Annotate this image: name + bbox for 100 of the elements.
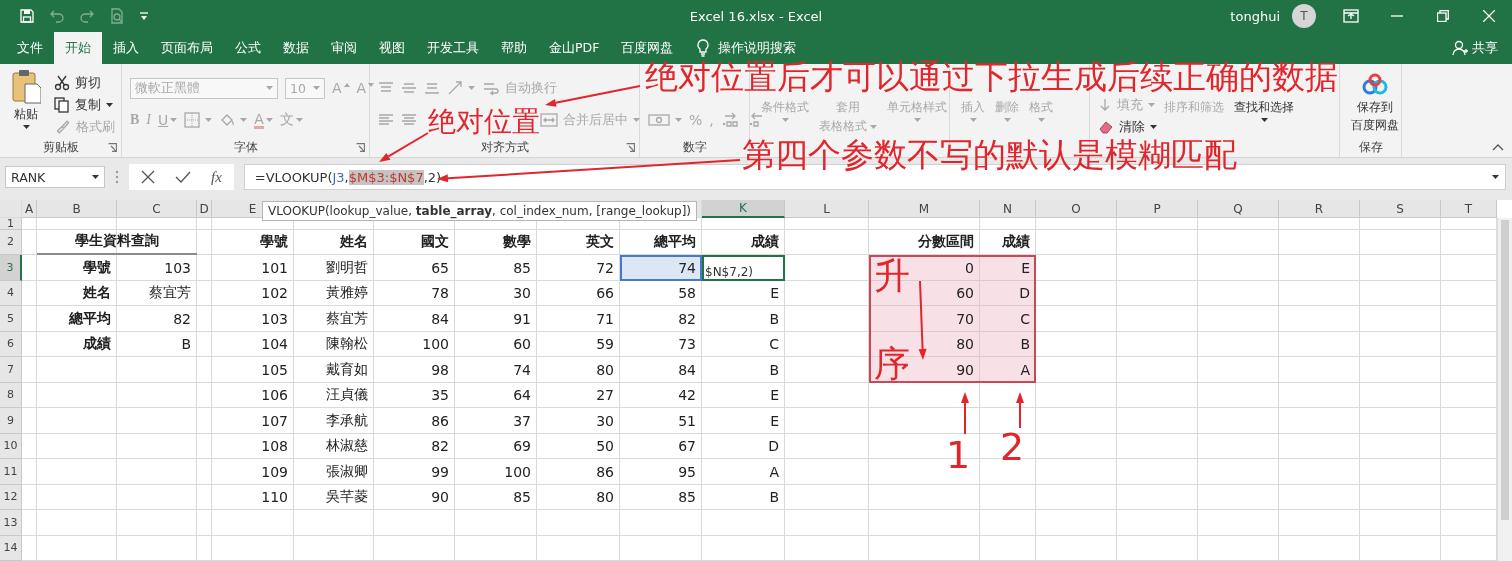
- table-cell-text: 30: [595, 411, 615, 431]
- row-header[interactable]: 8: [0, 382, 22, 408]
- ribbon-tab[interactable]: 文件: [6, 32, 54, 64]
- close-icon[interactable]: [1483, 10, 1495, 22]
- merge-icon: [540, 112, 558, 128]
- ribbon-tab[interactable]: 金山PDF: [538, 32, 611, 64]
- collapse-icon[interactable]: [1492, 143, 1504, 151]
- cell-editor[interactable]: $N$7,2): [702, 255, 785, 281]
- ribbon-tab[interactable]: 公式: [224, 32, 272, 64]
- table-cell-text: 95: [677, 462, 697, 482]
- table-cell-text: 69: [512, 437, 532, 457]
- table-cell-text: 82: [172, 309, 192, 329]
- copy-icon: [54, 97, 70, 113]
- column-header[interactable]: C: [117, 200, 197, 218]
- row-header[interactable]: 7: [0, 357, 22, 383]
- table-cell-text: 100: [421, 335, 450, 355]
- ribbon-options-icon[interactable]: [1343, 9, 1359, 23]
- table-cell-text: 106: [260, 386, 289, 406]
- row-label: 學號: [82, 257, 112, 277]
- table-cell-text: 30: [512, 284, 532, 304]
- group-label: 数字: [682, 138, 707, 156]
- column-header[interactable]: O: [1036, 200, 1117, 218]
- table-cell-text: 98: [430, 360, 450, 380]
- column-header[interactable]: L: [785, 200, 869, 218]
- column-header[interactable]: T: [1441, 200, 1497, 218]
- save-icon[interactable]: [19, 8, 35, 24]
- row-header[interactable]: 11: [0, 459, 22, 485]
- table-cell-text: 黃雅婷: [325, 283, 369, 303]
- column-heading: 數學: [502, 232, 532, 252]
- table-cell-text: 90: [430, 488, 450, 508]
- column-header[interactable]: R: [1279, 200, 1360, 218]
- diagonal-arrow-icon: [447, 80, 463, 96]
- ribbon-tab[interactable]: 视图: [368, 32, 416, 64]
- row-label: 姓名: [82, 283, 112, 303]
- cut-button[interactable]: 剪切: [54, 74, 101, 92]
- row-header[interactable]: 5: [0, 306, 22, 332]
- column-heading: 成績: [1001, 232, 1031, 252]
- clear-button[interactable]: 清除: [1098, 118, 1157, 136]
- caret-icon: [92, 175, 99, 179]
- table-cell-text: 51: [677, 411, 697, 431]
- row-header[interactable]: 10: [0, 433, 22, 459]
- dialog-launcher-icon[interactable]: [108, 142, 117, 152]
- ribbon-tab[interactable]: 帮助: [490, 32, 538, 64]
- ribbon-tab[interactable]: 审阅: [320, 32, 368, 64]
- row-header[interactable]: 2: [0, 229, 22, 255]
- column-header[interactable]: P: [1117, 200, 1198, 218]
- column-header[interactable]: M: [869, 200, 980, 218]
- row-header[interactable]: 9: [0, 408, 22, 434]
- table-cell-text: 86: [595, 462, 615, 482]
- cancel-icon[interactable]: [141, 170, 155, 184]
- ribbon-tab[interactable]: 插入: [102, 32, 150, 64]
- lightbulb-icon[interactable]: [696, 39, 711, 57]
- customize-icon[interactable]: [139, 11, 149, 21]
- column-header[interactable]: A: [22, 200, 37, 218]
- column-header[interactable]: D: [197, 200, 212, 218]
- ribbon-tab[interactable]: 开始: [54, 32, 102, 64]
- column-header[interactable]: B: [37, 200, 117, 218]
- save-to-cloud-button[interactable]: 保存到 百度网盘: [1348, 68, 1402, 134]
- table-cell-text: 72: [595, 258, 615, 278]
- share-link[interactable]: 共享: [1472, 39, 1498, 57]
- vertical-scrollbar[interactable]: [1497, 218, 1512, 561]
- name-box[interactable]: RANK: [5, 166, 105, 188]
- row-header[interactable]: 14: [0, 535, 22, 561]
- user-avatar[interactable]: T: [1292, 4, 1316, 28]
- row-header[interactable]: 4: [0, 280, 22, 306]
- row-header[interactable]: 3: [0, 255, 22, 281]
- ribbon-button[interactable]: 查找和选择: [1231, 99, 1297, 122]
- column-header[interactable]: S: [1360, 200, 1441, 218]
- ribbon-tab[interactable]: 数据: [272, 32, 320, 64]
- column-header[interactable]: N: [980, 200, 1036, 218]
- column-header[interactable]: K: [702, 200, 785, 218]
- down-arrow-icon: [1098, 98, 1112, 112]
- row-header[interactable]: 13: [0, 510, 22, 536]
- dialog-launcher-icon[interactable]: [626, 142, 635, 152]
- table-cell-text: 105: [260, 360, 289, 380]
- table-cell-text: C: [1019, 309, 1031, 329]
- check-icon[interactable]: [175, 170, 191, 184]
- table-cell-text: 103: [260, 309, 289, 329]
- row-header[interactable]: 6: [0, 331, 22, 357]
- paste-button[interactable]: 粘贴: [8, 68, 44, 129]
- table-cell-text: 85: [512, 258, 532, 278]
- person-icon[interactable]: [1452, 40, 1468, 56]
- ribbon-tab[interactable]: 开发工具: [416, 32, 490, 64]
- insert-function-button[interactable]: fx: [211, 168, 222, 186]
- copy-button[interactable]: 复制: [54, 96, 113, 114]
- more-icon[interactable]: [115, 170, 119, 184]
- table-cell-text: 66: [595, 284, 615, 304]
- window-title: Excel 16.xlsx - Excel: [689, 8, 823, 24]
- table-cell-text: 71: [595, 309, 615, 329]
- dialog-launcher-icon[interactable]: [356, 142, 365, 152]
- row-header[interactable]: 12: [0, 484, 22, 510]
- search-link[interactable]: 操作说明搜索: [718, 39, 797, 57]
- align-bottom-icon: [424, 81, 440, 95]
- ribbon-tab[interactable]: 页面布局: [150, 32, 224, 64]
- restore-icon[interactable]: [1437, 10, 1449, 22]
- align-center-icon: [401, 113, 417, 127]
- table-cell-text: E: [769, 411, 780, 431]
- column-header[interactable]: Q: [1198, 200, 1279, 218]
- table-cell-text: 吳芊菱: [325, 487, 369, 507]
- row-header[interactable]: 1: [0, 218, 22, 230]
